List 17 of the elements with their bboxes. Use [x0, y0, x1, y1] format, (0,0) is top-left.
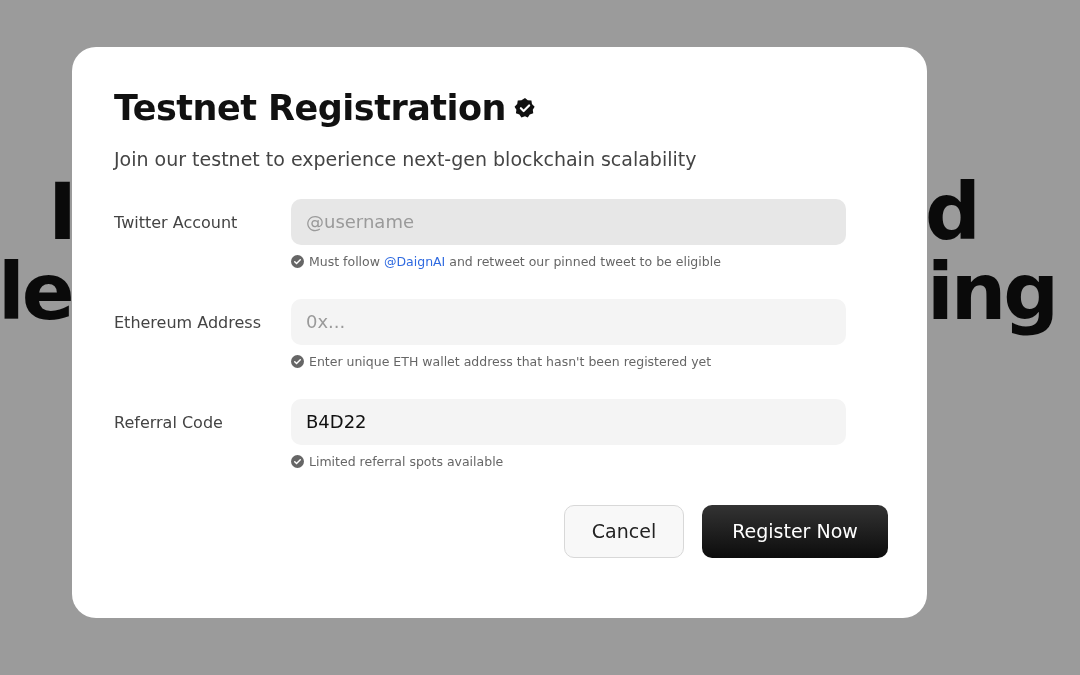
- check-circle-icon: [291, 355, 304, 369]
- dialog-title: Testnet Registration: [114, 87, 506, 129]
- field-label: Ethereum Address: [114, 311, 262, 334]
- input-field[interactable]: B4D22: [291, 398, 846, 445]
- twitter-handle-link[interactable]: @DaignAI: [383, 253, 446, 269]
- hint-text: Must follow @DaignAI and retweet our pinned tweet to be eligible: [309, 252, 721, 271]
- field-label: Referral Code: [114, 411, 224, 434]
- register-button[interactable]: Register Now: [702, 504, 888, 558]
- cancel-button[interactable]: Cancel: [564, 504, 684, 558]
- check-circle-icon: [291, 455, 304, 469]
- input-field[interactable]: @username: [291, 198, 846, 245]
- hint-text: Limited referral spots available: [309, 452, 504, 471]
- dialog-subtitle: Join our testnet to experience next-gen blockchain scalability: [114, 147, 698, 172]
- input-field[interactable]: 0x...: [291, 298, 846, 345]
- field-label: Twitter Account: [114, 211, 239, 234]
- hint-text: Enter unique ETH wallet address that hasn't been registered yet: [309, 352, 712, 371]
- check-circle-icon: [291, 255, 304, 269]
